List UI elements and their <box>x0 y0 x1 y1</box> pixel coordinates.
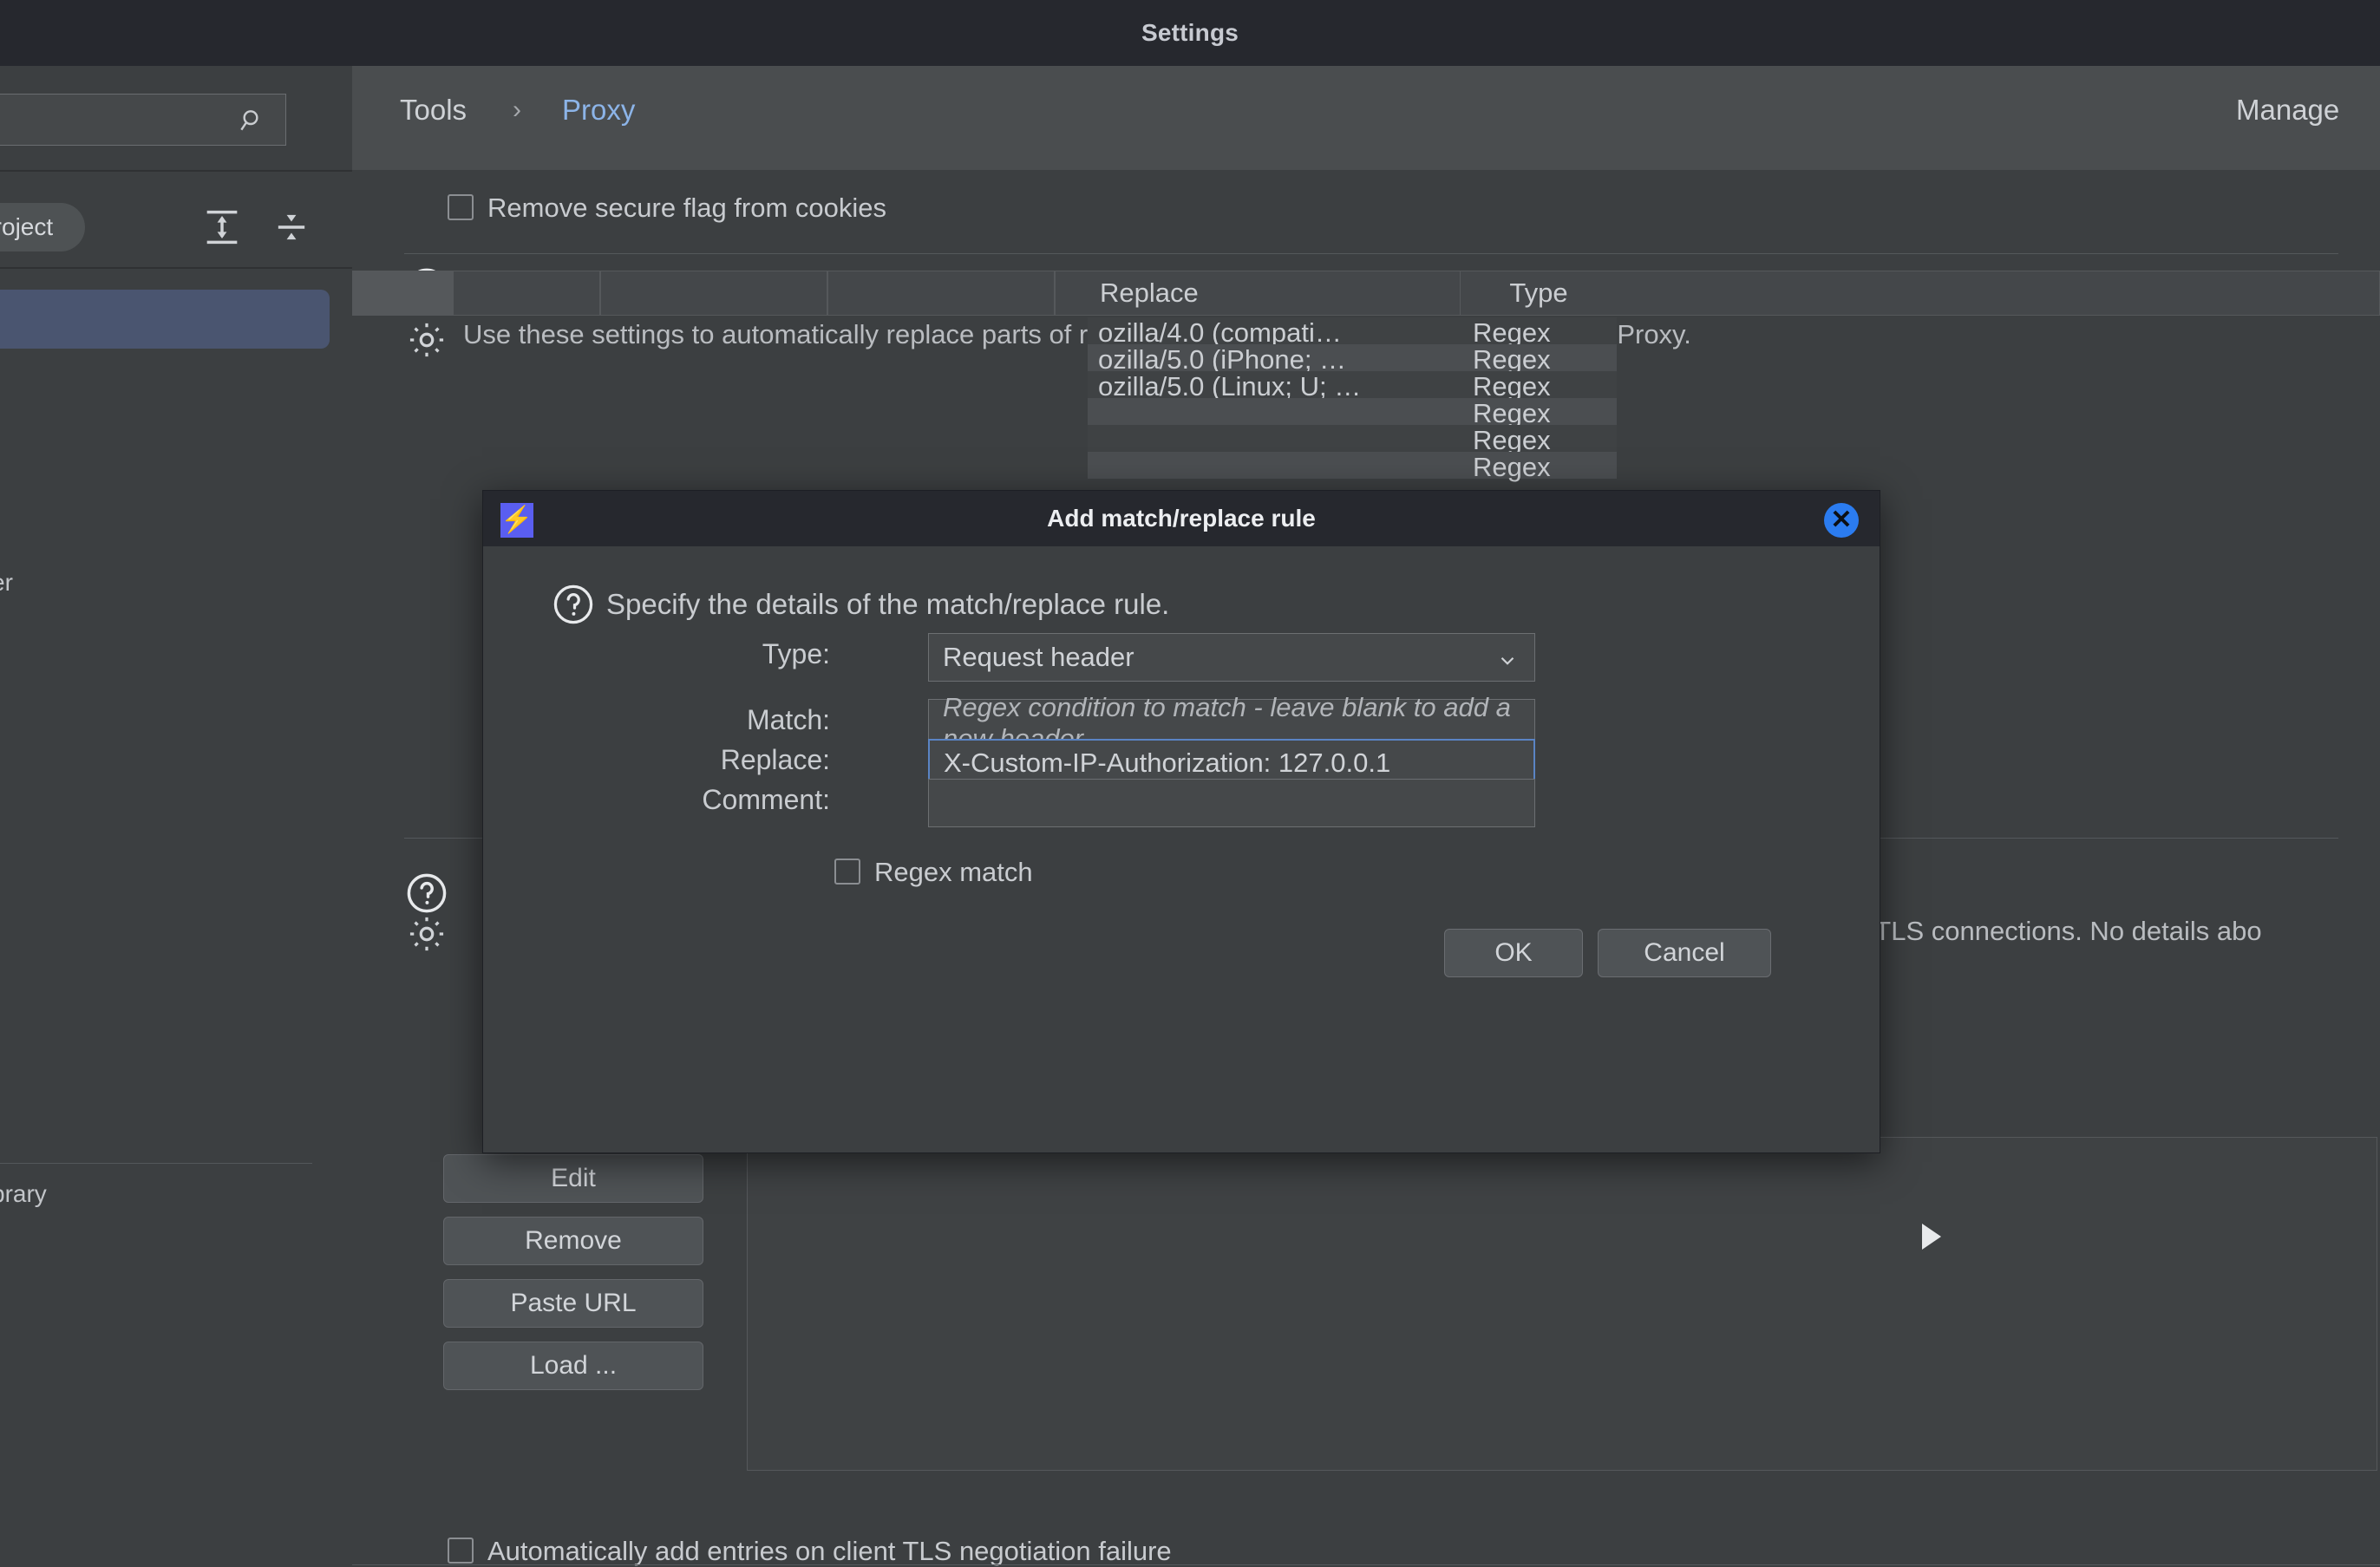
type-select-value: Request header <box>943 642 1134 672</box>
search-input[interactable] <box>0 94 286 146</box>
table-row[interactable]: ozilla/4.0 (compati… Regex <box>1088 317 1617 348</box>
breadcrumb-leaf[interactable]: Proxy <box>562 94 635 127</box>
dialog-title: Add match/replace rule <box>1047 505 1316 532</box>
window-titlebar: Settings <box>0 0 2380 66</box>
table-cell-type: Regex <box>1473 452 1551 482</box>
close-icon[interactable]: ✕ <box>1824 503 1859 538</box>
sidebar-search-row <box>0 94 312 147</box>
replace-label: Replace: <box>720 744 830 775</box>
tls-description: n TLS connections. No details abo <box>1853 916 2262 946</box>
table-cell-replace: ozilla/5.0 (iPhone; … <box>1098 344 1347 371</box>
collapse-all-icon[interactable] <box>269 205 314 250</box>
chevron-down-icon <box>1496 648 1519 670</box>
table-row[interactable]: Regex <box>1088 425 1617 455</box>
sidebar-item-selected[interactable] <box>0 290 330 349</box>
remove-secure-flag-checkbox[interactable]: Remove secure flag from cookies <box>448 193 886 224</box>
table-header-replace[interactable]: Replace <box>1088 271 1461 316</box>
table-cell-replace <box>1088 452 1461 479</box>
tab-4[interactable] <box>827 271 1055 316</box>
table-cell-type: Regex <box>1473 398 1551 428</box>
search-icon <box>239 107 266 134</box>
breadcrumb-root[interactable]: Tools <box>400 94 467 127</box>
table-cell-replace <box>1088 425 1461 452</box>
match-label: Match: <box>746 704 830 735</box>
load-button[interactable]: Load ... <box>443 1342 703 1390</box>
table-cell-replace: ozilla/5.0 (Linux; U; … <box>1098 371 1362 398</box>
play-triangle-icon <box>1922 1224 1941 1250</box>
tab-1[interactable] <box>352 271 453 316</box>
table-cell-replace <box>1088 398 1461 425</box>
tls-gear-icon[interactable] <box>404 911 449 961</box>
table-row[interactable]: ozilla/5.0 (iPhone; … Regex <box>1088 344 1617 375</box>
content-divider-1 <box>404 253 2338 254</box>
table-cell-type: Regex <box>1473 317 1551 348</box>
tab-2[interactable] <box>453 271 600 316</box>
sidebar-item-clipped-1[interactable]: er <box>0 569 13 597</box>
checkbox-box <box>834 859 860 885</box>
dialog-help-icon[interactable] <box>551 582 596 631</box>
table-cell-type: Regex <box>1473 371 1551 402</box>
breadcrumb-separator-icon: › <box>513 95 521 124</box>
checkbox-box <box>448 1538 474 1564</box>
type-label: Type: <box>762 638 830 669</box>
content-divider-3 <box>352 1564 2380 1565</box>
auto-add-entries-checkbox[interactable]: Automatically add entries on client TLS … <box>448 1536 1172 1567</box>
match-replace-gear-icon[interactable] <box>404 317 449 367</box>
sidebar-item-clipped-2[interactable]: brary <box>0 1180 47 1208</box>
app-window: Settings Project <box>0 0 2380 1567</box>
comment-label: Comment: <box>702 784 830 815</box>
table-cell-replace: ozilla/4.0 (compati… <box>1098 317 1342 344</box>
table-cell-type: Regex <box>1473 344 1551 375</box>
regex-match-label: Regex match <box>874 857 1033 887</box>
add-match-replace-dialog: ⚡ Add match/replace rule ✕ Specify the d… <box>482 490 1880 1153</box>
table-row[interactable]: Regex <box>1088 452 1617 482</box>
settings-sidebar: Project er brary <box>0 66 354 1567</box>
dialog-intro-text: Specify the details of the match/replace… <box>606 588 1170 620</box>
cancel-button[interactable]: Cancel <box>1598 929 1771 977</box>
table-row[interactable]: ozilla/5.0 (Linux; U; … Regex <box>1088 371 1617 402</box>
tab-3[interactable] <box>600 271 827 316</box>
edit-button[interactable]: Edit <box>443 1154 703 1203</box>
sidebar-divider-top <box>0 170 352 172</box>
regex-match-checkbox[interactable]: Regex match <box>834 857 1033 888</box>
auto-add-entries-label: Automatically add entries on client TLS … <box>487 1536 1172 1566</box>
table-row[interactable]: Regex <box>1088 398 1617 428</box>
breadcrumb: Tools › Proxy Manage <box>352 66 2380 170</box>
comment-input[interactable] <box>928 779 1535 827</box>
type-select[interactable]: Request header <box>928 633 1535 682</box>
tls-client-list[interactable] <box>747 1137 2377 1471</box>
project-chip-label: Project <box>0 213 54 240</box>
manage-link[interactable]: Manage <box>2236 94 2339 127</box>
window-title: Settings <box>1141 19 1239 46</box>
paste-url-button[interactable]: Paste URL <box>443 1279 703 1328</box>
table-header-type[interactable]: Type <box>1461 271 1617 316</box>
sidebar-divider-bottom <box>0 1163 312 1164</box>
lightning-bolt-icon: ⚡ <box>500 503 533 538</box>
remove-secure-flag-label: Remove secure flag from cookies <box>487 193 887 223</box>
sidebar-toolbar: Project <box>0 187 352 267</box>
expand-all-icon[interactable] <box>199 205 245 250</box>
table-cell-type: Regex <box>1473 425 1551 455</box>
replace-input-value: X-Custom-IP-Authorization: 127.0.0.1 <box>944 748 1391 778</box>
dialog-titlebar: ⚡ Add match/replace rule ✕ <box>483 491 1880 546</box>
ok-button[interactable]: OK <box>1444 929 1583 977</box>
sidebar-divider-mid <box>0 267 352 269</box>
project-filter-chip[interactable]: Project <box>0 203 85 251</box>
remove-button[interactable]: Remove <box>443 1217 703 1265</box>
checkbox-box <box>448 194 474 220</box>
